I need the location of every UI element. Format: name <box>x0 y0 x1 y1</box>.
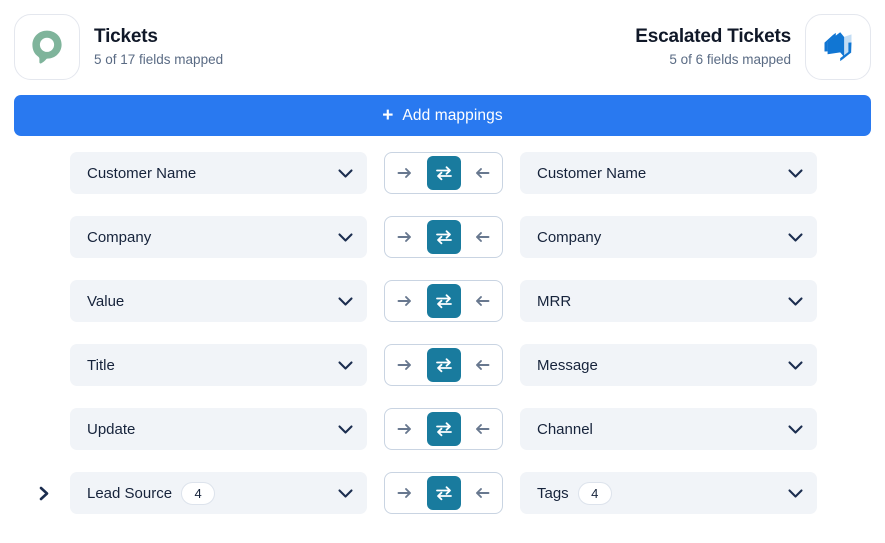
source-field-label: Title <box>87 356 115 374</box>
source-field-label: Lead Source <box>87 484 173 502</box>
chevron-down-icon <box>788 232 803 242</box>
target-field-label: Message <box>537 356 598 374</box>
source-field-label: Value <box>87 292 125 310</box>
intercom-logo-icon <box>14 14 80 80</box>
source-field-select[interactable]: Title <box>70 344 367 386</box>
mapping-row: Update Channel <box>0 408 885 450</box>
source-field-value-count-badge: 4 <box>181 481 216 505</box>
mapping-rows: Customer Name Customer Name Company Comp… <box>0 152 885 536</box>
source-field-select[interactable]: Update <box>70 408 367 450</box>
source-field-select[interactable]: Customer Name <box>70 152 367 194</box>
azure-devops-logo-icon <box>805 14 871 80</box>
source-title: Tickets <box>94 26 158 47</box>
direction-bidirectional-button[interactable] <box>426 220 461 254</box>
direction-left-button[interactable] <box>465 156 499 190</box>
target-field-select[interactable]: Customer Name <box>520 152 817 194</box>
chevron-down-icon <box>788 424 803 434</box>
source-field-label: Company <box>87 228 152 246</box>
source-field-label: Update <box>87 420 136 438</box>
target-field-select[interactable]: Message <box>520 344 817 386</box>
target-field-label: Company <box>537 228 602 246</box>
direction-toggle-group <box>384 216 503 258</box>
source-field-select[interactable]: Lead Source 4 <box>70 472 367 514</box>
chevron-down-icon <box>338 424 353 434</box>
add-mappings-button[interactable]: + Add mappings <box>14 95 871 136</box>
direction-toggle-group <box>384 472 503 514</box>
target-field-label: MRR <box>537 292 572 310</box>
direction-toggle-group <box>384 344 503 386</box>
add-mappings-label: Add mappings <box>402 106 503 124</box>
target-fields-mapped: 5 of 6 fields mapped <box>669 52 791 67</box>
direction-right-button[interactable] <box>388 220 422 254</box>
direction-left-button[interactable] <box>465 284 499 318</box>
target-field-select[interactable]: MRR <box>520 280 817 322</box>
chevron-down-icon <box>788 168 803 178</box>
target-field-select[interactable]: Company <box>520 216 817 258</box>
direction-toggle-group <box>384 152 503 194</box>
direction-bidirectional-button[interactable] <box>426 348 461 382</box>
direction-right-button[interactable] <box>388 156 422 190</box>
mapping-row: Company Company <box>0 216 885 258</box>
chevron-down-icon <box>788 360 803 370</box>
mapping-row: Customer Name Customer Name <box>0 152 885 194</box>
target-field-select[interactable]: Channel <box>520 408 817 450</box>
direction-right-button[interactable] <box>388 348 422 382</box>
plus-icon: + <box>382 104 394 126</box>
target-field-select[interactable]: Tags 4 <box>520 472 817 514</box>
source-field-select[interactable]: Company <box>70 216 367 258</box>
target-endpoint-text: Escalated Tickets 5 of 6 fields mapped <box>635 26 791 68</box>
chevron-down-icon <box>338 360 353 370</box>
target-field-label: Channel <box>537 420 593 438</box>
source-field-label: Customer Name <box>87 164 197 182</box>
direction-left-button[interactable] <box>465 348 499 382</box>
expand-row-chevron-right-icon[interactable] <box>34 483 54 503</box>
direction-toggle-group <box>384 280 503 322</box>
target-field-value-count-badge: 4 <box>577 481 612 505</box>
direction-toggle-group <box>384 408 503 450</box>
direction-bidirectional-button[interactable] <box>426 156 461 190</box>
mapping-row: Value MRR <box>0 280 885 322</box>
target-field-label: Customer Name <box>537 164 647 182</box>
chevron-down-icon <box>338 488 353 498</box>
target-endpoint: Escalated Tickets 5 of 6 fields mapped <box>635 14 871 80</box>
mapping-row: Lead Source 4 Tags 4 <box>0 472 885 514</box>
source-endpoint: Tickets 5 of 17 fields mapped <box>14 14 223 80</box>
source-fields-mapped: 5 of 17 fields mapped <box>94 52 224 67</box>
direction-right-button[interactable] <box>388 412 422 446</box>
direction-left-button[interactable] <box>465 476 499 510</box>
direction-bidirectional-button[interactable] <box>426 284 461 318</box>
direction-left-button[interactable] <box>465 412 499 446</box>
source-field-select[interactable]: Value <box>70 280 367 322</box>
direction-bidirectional-button[interactable] <box>426 412 461 446</box>
direction-bidirectional-button[interactable] <box>426 476 461 510</box>
field-mapping-screen: Tickets 5 of 17 fields mapped Escalated … <box>0 0 885 543</box>
target-title: Escalated Tickets <box>635 26 791 47</box>
chevron-down-icon <box>788 296 803 306</box>
chevron-down-icon <box>338 232 353 242</box>
chevron-down-icon <box>788 488 803 498</box>
mapping-header: Tickets 5 of 17 fields mapped Escalated … <box>0 0 885 94</box>
source-endpoint-text: Tickets 5 of 17 fields mapped <box>94 26 223 68</box>
chevron-down-icon <box>338 296 353 306</box>
direction-right-button[interactable] <box>388 476 422 510</box>
chevron-down-icon <box>338 168 353 178</box>
target-field-label: Tags <box>537 484 569 502</box>
mapping-row: Title Message <box>0 344 885 386</box>
direction-right-button[interactable] <box>388 284 422 318</box>
direction-left-button[interactable] <box>465 220 499 254</box>
